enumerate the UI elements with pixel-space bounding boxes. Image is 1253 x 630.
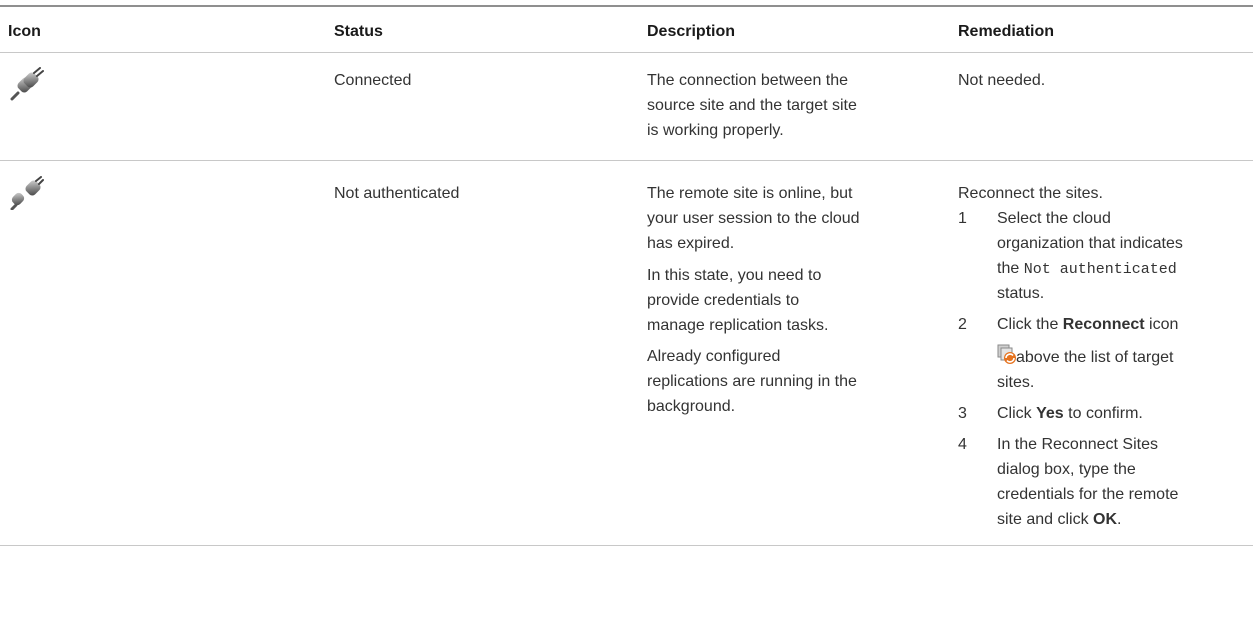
table-bottom-border [0,545,1253,546]
step-number: 3 [958,405,967,422]
header-status: Status [334,23,383,40]
row-separator [0,160,1253,161]
reconnect-icon [997,344,1016,364]
plug-disconnected-icon [10,176,44,210]
step-number: 4 [958,436,967,453]
header-description: Description [647,23,736,40]
step-number: 1 [958,210,967,227]
status-code-text: Not authenticated [1023,261,1177,278]
plug-connected-icon [10,67,44,101]
header-remediation: Remediation [958,23,1055,40]
header-separator [0,52,1253,53]
table-top-border [0,5,1253,7]
remediation-connected: Not needed. [958,72,1046,89]
remediation-intro: Reconnect the sites. [958,185,1103,202]
status-connected: Connected [334,72,412,89]
header-icon: Icon [8,23,41,40]
status-not-authenticated: Not authenticated [334,185,460,202]
step-number: 2 [958,316,967,333]
